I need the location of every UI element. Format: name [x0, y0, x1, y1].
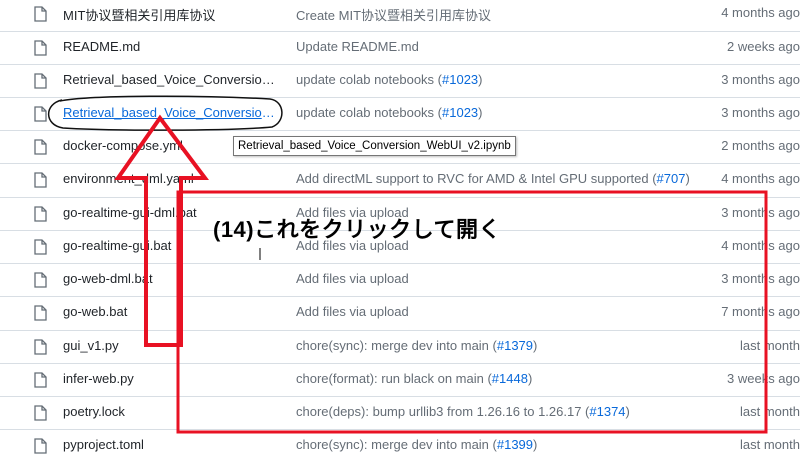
commit-message[interactable]: Add files via upload: [296, 271, 409, 286]
file-name-link[interactable]: infer-web.py: [63, 371, 281, 386]
commit-age: last month: [740, 404, 800, 419]
commit-age: 2 months ago: [721, 138, 800, 153]
pull-request-link[interactable]: #1023: [442, 72, 478, 87]
file-name-link[interactable]: Retrieval_based_Voice_Conversion_WebUI.i…: [63, 72, 281, 87]
file-row[interactable]: README.md Update README.md 2 weeks ago: [0, 31, 800, 64]
file-icon: [34, 106, 47, 122]
commit-message-text: Create MIT协议暨相关引用库协议: [296, 8, 492, 23]
file-icon: [34, 272, 47, 288]
commit-message[interactable]: Update README.md: [296, 39, 419, 54]
commit-message-text: chore(sync): merge dev into main (: [296, 338, 497, 353]
file-icon: [34, 73, 47, 89]
commit-message[interactable]: Create MIT协议暨相关引用库协议: [296, 5, 491, 24]
file-icon: [34, 339, 47, 355]
commit-message-end: ): [685, 171, 690, 186]
file-row[interactable]: gui_v1.py chore(sync): merge dev into mai…: [0, 330, 800, 363]
file-icon: [34, 239, 47, 255]
file-name-link[interactable]: gui_v1.py: [63, 338, 281, 353]
pull-request-link[interactable]: #1379: [497, 338, 533, 353]
file-name-link[interactable]: environment_dml.yaml: [63, 171, 281, 186]
pull-request-link[interactable]: #1374: [589, 404, 625, 419]
commit-message-text: Add files via upload: [296, 304, 409, 319]
pull-request-link[interactable]: #1023: [442, 105, 478, 120]
file-icon: [34, 6, 47, 22]
commit-message[interactable]: chore(deps): bump urllib3 from 1.26.16 t…: [296, 404, 630, 419]
file-icon: [34, 438, 47, 454]
commit-age: 4 months ago: [721, 171, 800, 186]
file-row[interactable]: environment_dml.yaml Add directML support…: [0, 163, 800, 196]
commit-message-text: update colab notebooks (: [296, 72, 442, 87]
commit-message-text: Add files via upload: [296, 271, 409, 286]
commit-message[interactable]: chore(format): run black on main (#1448): [296, 371, 532, 386]
file-name-link[interactable]: go-web.bat: [63, 304, 281, 319]
commit-message[interactable]: update colab notebooks (#1023): [296, 72, 483, 87]
file-icon: [34, 405, 47, 421]
file-icon: [34, 305, 47, 321]
annotation-label: (14)これをクリックして開く: [213, 217, 501, 242]
commit-message-text: Update README.md: [296, 39, 419, 54]
filename-tooltip: Retrieval_based_Voice_Conversion_WebUI_v…: [233, 136, 516, 156]
commit-message-text: chore(deps): bump urllib3 from 1.26.16 t…: [296, 404, 590, 419]
commit-age: 3 weeks ago: [727, 371, 800, 386]
file-row[interactable]: go-web.bat Add files via upload 7 months a…: [0, 296, 800, 329]
commit-message-text: Add directML support to RVC for AMD & In…: [296, 171, 657, 186]
file-icon: [34, 372, 47, 388]
commit-message-end: ): [478, 72, 483, 87]
pull-request-link[interactable]: #1448: [492, 371, 528, 386]
file-name-link[interactable]: README.md: [63, 39, 281, 54]
commit-message-text: chore(format): run black on main (: [296, 371, 492, 386]
file-row[interactable]: Retrieval_based_Voice_Conversion_WebUI_v…: [0, 97, 800, 130]
commit-message-text: update colab notebooks (: [296, 105, 442, 120]
file-name-link[interactable]: go-web-dml.bat: [63, 271, 281, 286]
commit-message-end: ): [533, 338, 538, 353]
commit-age: 3 months ago: [721, 72, 800, 87]
commit-age: 3 months ago: [721, 271, 800, 286]
commit-message-end: ): [625, 404, 630, 419]
commit-message-text: chore(sync): merge dev into main (: [296, 437, 497, 452]
file-row[interactable]: poetry.lock chore(deps): bump urllib3 fro…: [0, 396, 800, 429]
commit-age: last month: [740, 338, 800, 353]
file-row[interactable]: MIT协议暨相关引用库协议 Create MIT协议暨相关引用库协议 4 month…: [0, 0, 800, 31]
commit-age: last month: [740, 437, 800, 452]
commit-age: 4 months ago: [721, 238, 800, 253]
commit-message[interactable]: Add files via upload: [296, 304, 409, 319]
commit-age: 2 weeks ago: [727, 39, 800, 54]
file-row[interactable]: pyproject.toml chore(sync): merge dev int…: [0, 429, 800, 462]
commit-message[interactable]: chore(sync): merge dev into main (#1379): [296, 338, 537, 353]
commit-age: 3 months ago: [721, 205, 800, 220]
commit-message[interactable]: chore(sync): merge dev into main (#1399): [296, 437, 537, 452]
file-name-link[interactable]: pyproject.toml: [63, 437, 281, 452]
commit-age: 4 months ago: [721, 5, 800, 20]
file-name-link[interactable]: Retrieval_based_Voice_Conversion_WebUI_v…: [63, 105, 281, 120]
commit-age: 7 months ago: [721, 304, 800, 319]
file-row[interactable]: infer-web.py chore(format): run black on …: [0, 363, 800, 396]
pull-request-link[interactable]: #707: [657, 171, 686, 186]
file-icon: [34, 139, 47, 155]
commit-age: 3 months ago: [721, 105, 800, 120]
commit-message[interactable]: Add directML support to RVC for AMD & In…: [296, 171, 690, 186]
commit-message-end: ): [533, 437, 538, 452]
commit-message-end: ): [527, 371, 533, 386]
commit-message-end: ): [478, 105, 483, 120]
file-icon: [34, 206, 47, 222]
pull-request-link[interactable]: #1399: [497, 437, 533, 452]
commit-message[interactable]: update colab notebooks (#1023): [296, 105, 483, 120]
file-row[interactable]: go-web-dml.bat Add files via upload 3 mont…: [0, 263, 800, 296]
file-icon: [34, 40, 47, 56]
file-icon: [34, 172, 47, 188]
file-name-link[interactable]: MIT协议暨相关引用库协议: [63, 5, 281, 24]
file-name-link[interactable]: poetry.lock: [63, 404, 281, 419]
file-row[interactable]: Retrieval_based_Voice_Conversion_WebUI.i…: [0, 64, 800, 97]
